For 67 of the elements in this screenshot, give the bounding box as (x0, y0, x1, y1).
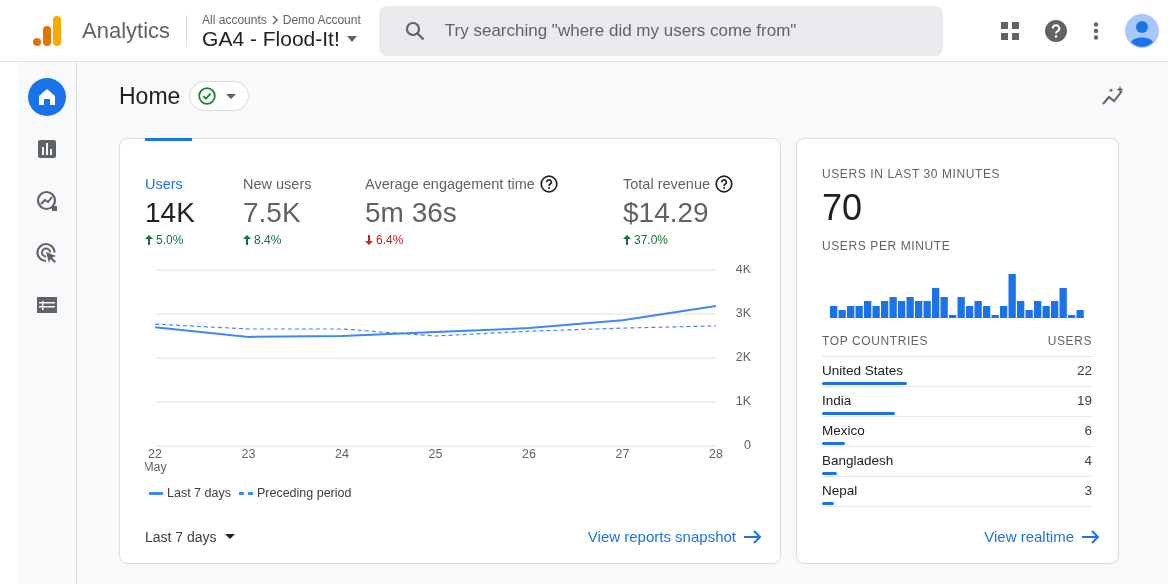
search-icon (404, 20, 425, 41)
user-count: 4 (1084, 453, 1092, 468)
date-range-dropdown[interactable]: Last 7 days (145, 528, 235, 545)
trend-circle-icon (36, 190, 58, 212)
chevron-right-icon (270, 14, 279, 25)
caret-icon (224, 534, 235, 539)
apps-grid-icon[interactable] (1001, 21, 1019, 40)
axis-label: 26 (522, 447, 536, 461)
caret-icon (345, 35, 358, 42)
page-title: Home (119, 82, 181, 110)
help-icon (539, 175, 558, 193)
legend-swatch-icon (149, 491, 163, 495)
metric-tab[interactable]: Users 14K 5.0% (145, 138, 243, 247)
metric-tab[interactable]: New users 7.5K 8.4% (243, 138, 365, 247)
column-header: USERS (1047, 334, 1092, 348)
country-name: Nepal (822, 483, 858, 498)
card-heading: USERS IN LAST 30 MINUTES (822, 167, 1002, 181)
legend-label: Preceding period (256, 486, 352, 500)
more-vertical-icon[interactable] (1093, 21, 1099, 40)
sidebar-item[interactable] (28, 78, 66, 116)
product-name: Analytics (82, 17, 171, 44)
list-icon (37, 296, 57, 314)
axis-label: 27 (615, 447, 630, 461)
country-name: Mexico (822, 423, 865, 438)
property-selector[interactable]: GA4 - Flood-It! (202, 26, 361, 51)
view-realtime-link[interactable]: View realtime (984, 528, 1100, 545)
arrow-right-icon (1082, 529, 1100, 544)
bar-chart-icon (37, 139, 57, 159)
axis-label: 28 (709, 447, 723, 461)
target-cursor-icon (36, 242, 58, 264)
legend-label: Last 7 days (167, 486, 231, 500)
breadcrumb-link[interactable]: Demo Account (282, 12, 361, 27)
avatar-icon[interactable] (1125, 13, 1159, 48)
status-dropdown[interactable] (189, 81, 250, 111)
axis-label: 0 (744, 438, 751, 453)
realtime-count: 70 (822, 187, 864, 229)
legend-swatch-icon (238, 491, 253, 495)
metric-tab[interactable]: Average engagement time 5m 36s 6.4% (365, 138, 623, 247)
country-name: United States (822, 363, 904, 378)
metric-tab[interactable]: Total revenue $14.29 37.0% (623, 138, 734, 247)
country-name: India (822, 393, 852, 408)
axis-label: 24 (335, 447, 349, 461)
view-reports-link[interactable]: View reports snapshot (587, 528, 762, 545)
sparkle-trend-icon[interactable] (1102, 86, 1126, 106)
column-header: TOP COUNTRIES (822, 334, 929, 348)
user-count: 22 (1076, 363, 1092, 378)
axis-label: 25 (428, 447, 443, 461)
arrow-right-icon (744, 529, 762, 544)
axis-label: 1K (735, 394, 751, 409)
home-icon (37, 87, 57, 107)
user-count: 19 (1076, 393, 1092, 408)
axis-label: 4K (735, 265, 751, 277)
help-icon (715, 175, 734, 193)
help-icon[interactable] (1045, 19, 1067, 42)
axis-label: 23 (241, 447, 256, 461)
axis-label: 2K (735, 350, 751, 365)
analytics-logo-icon (33, 15, 63, 46)
check-circle-icon (198, 87, 217, 105)
axis-label: 22 May (145, 447, 167, 474)
user-count: 6 (1084, 423, 1092, 438)
breadcrumb-link[interactable]: All accounts (202, 12, 267, 27)
card-heading: USERS PER MINUTE (822, 239, 952, 253)
axis-label: 3K (735, 306, 751, 321)
caret-icon (226, 93, 237, 99)
country-name: Bangladesh (822, 453, 894, 468)
search-field[interactable]: Try searching "where did my users come from" (378, 5, 943, 56)
user-count: 3 (1084, 483, 1092, 498)
